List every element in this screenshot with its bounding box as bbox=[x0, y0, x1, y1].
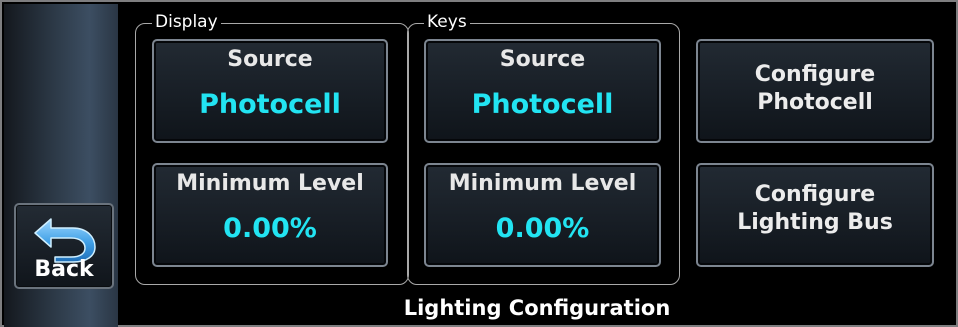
configure-lighting-bus-button[interactable]: Configure Lighting Bus bbox=[696, 163, 934, 267]
display-group-title: Display bbox=[152, 11, 221, 33]
configure-lighting-bus-line1: Configure bbox=[754, 182, 876, 207]
configure-photocell-line1: Configure bbox=[754, 62, 876, 87]
configure-lighting-bus-line2: Lighting Bus bbox=[737, 210, 893, 235]
keys-source-button[interactable]: Source Photocell bbox=[424, 39, 661, 143]
display-minimum-level-value: 0.00% bbox=[223, 213, 317, 244]
back-button[interactable]: Back bbox=[14, 203, 114, 289]
display-minimum-level-caption: Minimum Level bbox=[176, 171, 364, 196]
keys-minimum-level-value: 0.00% bbox=[495, 213, 590, 244]
display-source-button[interactable]: Source Photocell bbox=[152, 39, 388, 143]
display-source-caption: Source bbox=[227, 47, 313, 72]
keys-source-value: Photocell bbox=[471, 89, 614, 120]
keys-group-title: Keys bbox=[424, 11, 470, 33]
keys-minimum-level-button[interactable]: Minimum Level 0.00% bbox=[424, 163, 661, 267]
configure-photocell-line2: Photocell bbox=[757, 90, 873, 115]
screen-frame: Back Display Keys Source Photocell Minim… bbox=[0, 0, 958, 327]
display-source-value: Photocell bbox=[199, 89, 341, 120]
back-button-label: Back bbox=[34, 257, 94, 282]
keys-source-caption: Source bbox=[499, 47, 586, 72]
keys-minimum-level-caption: Minimum Level bbox=[448, 171, 637, 196]
back-arrow-icon bbox=[34, 218, 96, 263]
display-minimum-level-button[interactable]: Minimum Level 0.00% bbox=[152, 163, 388, 267]
page-title: Lighting Configuration bbox=[403, 296, 671, 320]
configure-photocell-button[interactable]: Configure Photocell bbox=[696, 39, 934, 143]
